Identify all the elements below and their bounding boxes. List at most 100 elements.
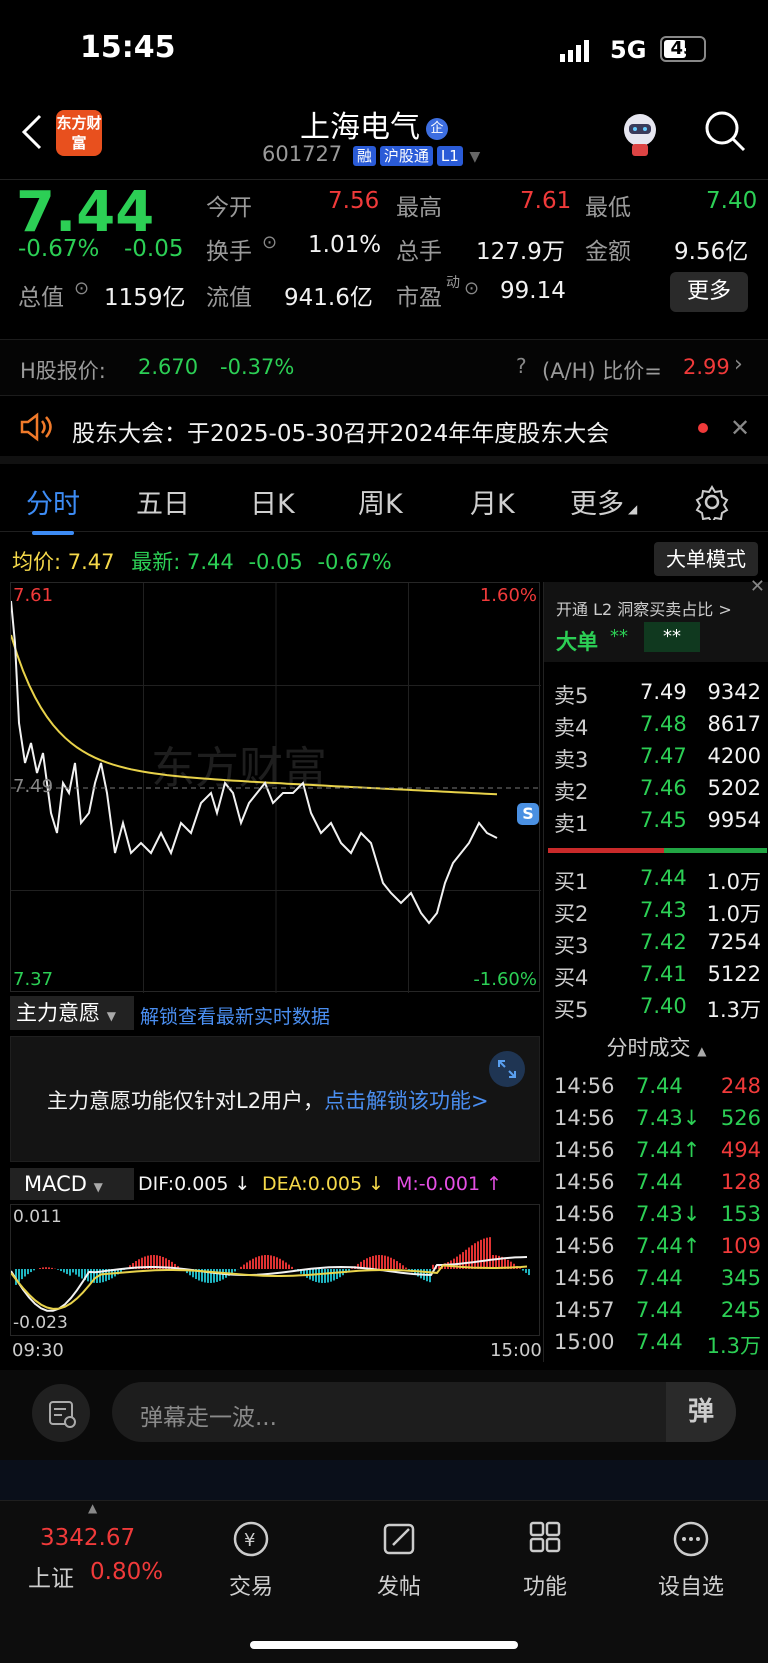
nav-functions[interactable]: 功能 <box>490 1519 600 1601</box>
big-order-val1: ** <box>610 626 628 647</box>
trade-row: 14:56 7.44 345 <box>544 1264 768 1296</box>
unlock-data-link[interactable]: 解锁查看最新实时数据 <box>140 1002 330 1029</box>
trade-volume: 526 <box>720 1106 761 1130</box>
open-value: 7.56 <box>328 188 380 214</box>
search-icon[interactable] <box>702 108 748 158</box>
macd-y-bottom: -0.023 <box>13 1313 68 1333</box>
macd-chart[interactable]: 0.011 -0.023 <box>10 1204 540 1336</box>
bid-row[interactable]: 买2 7.43 1.0万 <box>544 896 768 928</box>
nav-post-label: 发帖 <box>376 1575 421 1600</box>
close-icon[interactable]: ✕ <box>750 576 765 597</box>
help-icon[interactable]: ? <box>516 354 527 378</box>
ask-row[interactable]: 卖4 7.48 8617 <box>544 710 768 742</box>
macd-bar <box>42 1267 44 1269</box>
h-share-label: H股报价: <box>20 359 106 383</box>
trade-price: 7.43↓ <box>636 1202 701 1226</box>
index-value[interactable]: 3342.67 <box>40 1525 135 1551</box>
macd-bar <box>282 1260 284 1269</box>
bid-price: 7.43 <box>640 898 687 922</box>
bid-price: 7.42 <box>640 930 687 954</box>
macd-bar <box>483 1238 485 1269</box>
notice-bar[interactable]: 股东大会：于2025-05-30召开2024年年度股东大会 ✕ <box>0 396 768 464</box>
h-share-row[interactable]: H股报价: 2.670 -0.37% ? (A/H) 比价= 2.99 › <box>0 340 768 396</box>
macd-bar <box>528 1269 530 1276</box>
order-book: 开通 L2 洞察买卖占比 > ✕ 大单 ** ** 卖5 7.49 9342 卖4 7.… <box>543 576 768 1362</box>
ask-volume: 4200 <box>707 744 761 768</box>
bottom-nav: ▲ 3342.67 上证 0.80% ¥ 交易 发帖 功能 设自选 <box>0 1500 768 1663</box>
macd-bar <box>492 1255 494 1269</box>
chevron-up-icon: ▲ <box>88 1501 98 1515</box>
app-logo[interactable]: 东方财富 <box>56 110 102 156</box>
intraday-info: 均价: 7.47 最新: 7.44 -0.05 -0.67% <box>12 546 392 576</box>
macd-bar <box>252 1258 254 1269</box>
change-pct: -0.67% <box>18 236 100 262</box>
bid-row[interactable]: 买1 7.44 1.0万 <box>544 864 768 896</box>
danmaku-placeholder: 弹幕走一波... <box>140 1405 277 1431</box>
macd-bar <box>432 1264 434 1269</box>
ask-price: 7.47 <box>640 744 687 768</box>
macd-bar <box>351 1268 353 1269</box>
time-end: 15:00 <box>490 1340 542 1361</box>
trades-title[interactable]: 分时成交 ▲ <box>544 1032 768 1066</box>
ask-row[interactable]: 卖2 7.46 5202 <box>544 774 768 806</box>
tab-monthly-k[interactable]: 月K <box>470 482 515 521</box>
bid-label: 买5 <box>554 998 589 1022</box>
robot-assistant-icon[interactable] <box>612 106 668 162</box>
status-bar: 15:45 5G 45 <box>0 0 768 100</box>
unlock-feature-link[interactable]: 点击解锁该功能> <box>324 1089 489 1113</box>
mktcap-value: 1159亿 <box>104 285 186 311</box>
trade-price: 7.44 <box>636 1074 683 1098</box>
macd-bar <box>474 1243 476 1269</box>
tab-more[interactable]: 更多 ◢ <box>570 482 637 521</box>
tab-intraday[interactable]: 分时 <box>26 482 80 535</box>
nav-watchlist-label: 设自选 <box>657 1575 724 1600</box>
grid-icon <box>529 1521 561 1553</box>
amount-label: 金额 <box>585 239 631 265</box>
big-order-mode-button[interactable]: 大单模式 <box>654 542 758 576</box>
nav-post[interactable]: 发帖 <box>344 1519 454 1601</box>
close-icon[interactable]: ✕ <box>730 414 750 442</box>
bid-row[interactable]: 买3 7.42 7254 <box>544 928 768 960</box>
trade-price: 7.44 <box>636 1298 683 1322</box>
signal-icon <box>560 40 596 66</box>
nav-trade[interactable]: ¥ 交易 <box>196 1519 306 1601</box>
trade-time: 14:56 <box>554 1138 615 1162</box>
danmaku-send-button[interactable]: 弹 <box>666 1382 736 1442</box>
more-button[interactable]: 更多 <box>670 272 748 312</box>
ask-row[interactable]: 卖1 7.45 9954 <box>544 806 768 838</box>
main-force-dropdown[interactable]: 主力意愿 ▼ <box>10 996 134 1030</box>
h-share-change: -0.37% <box>220 355 295 379</box>
bid-label: 买4 <box>554 966 589 990</box>
trade-time: 14:56 <box>554 1202 615 1226</box>
macd-bar <box>24 1269 26 1277</box>
home-indicator <box>250 1641 518 1649</box>
back-button[interactable] <box>20 112 44 161</box>
macd-bar <box>369 1256 371 1269</box>
info-icon[interactable]: ⊙ <box>74 278 89 299</box>
ask-volume: 9342 <box>707 680 761 704</box>
sell-marker[interactable]: S <box>517 803 539 825</box>
info-icon[interactable]: ⊙ <box>464 278 479 299</box>
price-chart[interactable]: 东方财富 7.61 1.60% 7.49 7.37 -1.60% S <box>10 582 541 993</box>
danmaku-input[interactable]: 弹幕走一波... 弹 <box>112 1382 736 1442</box>
settings-gear-icon[interactable] <box>694 484 730 525</box>
info-icon[interactable]: ⊙ <box>262 232 277 253</box>
l2-promo[interactable]: 开通 L2 洞察买卖占比 > ✕ 大单 ** ** <box>544 576 768 662</box>
ask-row[interactable]: 卖5 7.49 9342 <box>544 678 768 710</box>
bid-row[interactable]: 买5 7.40 1.3万 <box>544 992 768 1024</box>
ask-row[interactable]: 卖3 7.47 4200 <box>544 742 768 774</box>
macd-dropdown[interactable]: MACD ▼ <box>10 1168 134 1200</box>
price-mid-label: 7.49 <box>13 776 54 797</box>
tab-daily-k[interactable]: 日K <box>250 482 295 521</box>
tab-five-day[interactable]: 五日 <box>136 482 190 521</box>
tab-weekly-k[interactable]: 周K <box>358 482 403 521</box>
bid-price: 7.41 <box>640 962 687 986</box>
bid-row[interactable]: 买4 7.41 5122 <box>544 960 768 992</box>
chevron-down-icon: ▼ <box>469 149 481 165</box>
stock-code-row[interactable]: 601727 融沪股通 L1 ▼ <box>262 142 480 166</box>
expand-icon[interactable] <box>489 1051 525 1087</box>
macd-bar <box>372 1255 374 1269</box>
open-label: 今开 <box>206 195 252 221</box>
nav-watchlist-settings[interactable]: 设自选 <box>636 1519 746 1601</box>
danmaku-settings-icon[interactable] <box>32 1384 90 1442</box>
